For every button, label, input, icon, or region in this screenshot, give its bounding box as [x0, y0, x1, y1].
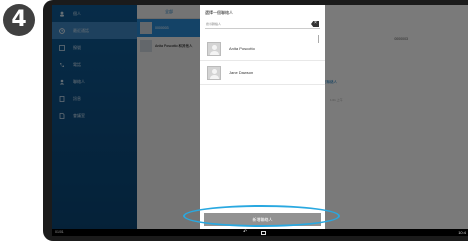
step-number-badge: 4 [3, 4, 35, 36]
tablet-screen: 個​人 最近​通話 撥號 電話 聯絡人 訊息 會議室 全部 [52, 5, 468, 236]
search-placeholder: 搜尋聯絡人 [206, 22, 222, 26]
contact-list-item[interactable]: Anita Poscotto [200, 37, 325, 61]
select-contact-dialog: 選擇一個聯絡人 搜尋聯絡人 × Anita Poscotto Jane Daws… [200, 5, 325, 229]
avatar-placeholder-icon [207, 41, 221, 56]
home-icon[interactable] [261, 230, 266, 235]
highlight-annotation [183, 205, 340, 227]
back-icon[interactable]: ↶ [243, 229, 247, 236]
contact-list-item[interactable]: Jane Dawson [200, 61, 325, 85]
contact-name: Jane Dawson [229, 70, 254, 75]
clear-search-icon[interactable]: × [311, 21, 319, 27]
system-nav-bar: 01/01 ↶ 10:4 [52, 229, 468, 236]
status-clock: 10:4 [458, 230, 466, 235]
nav-left-text: 01/01 [55, 230, 64, 234]
dialog-title: 選擇一個聯絡人 [205, 10, 233, 15]
contact-name: Anita Poscotto [229, 46, 255, 51]
search-input[interactable]: 搜尋聯絡人 × [205, 20, 320, 29]
avatar-placeholder-icon [207, 65, 221, 80]
